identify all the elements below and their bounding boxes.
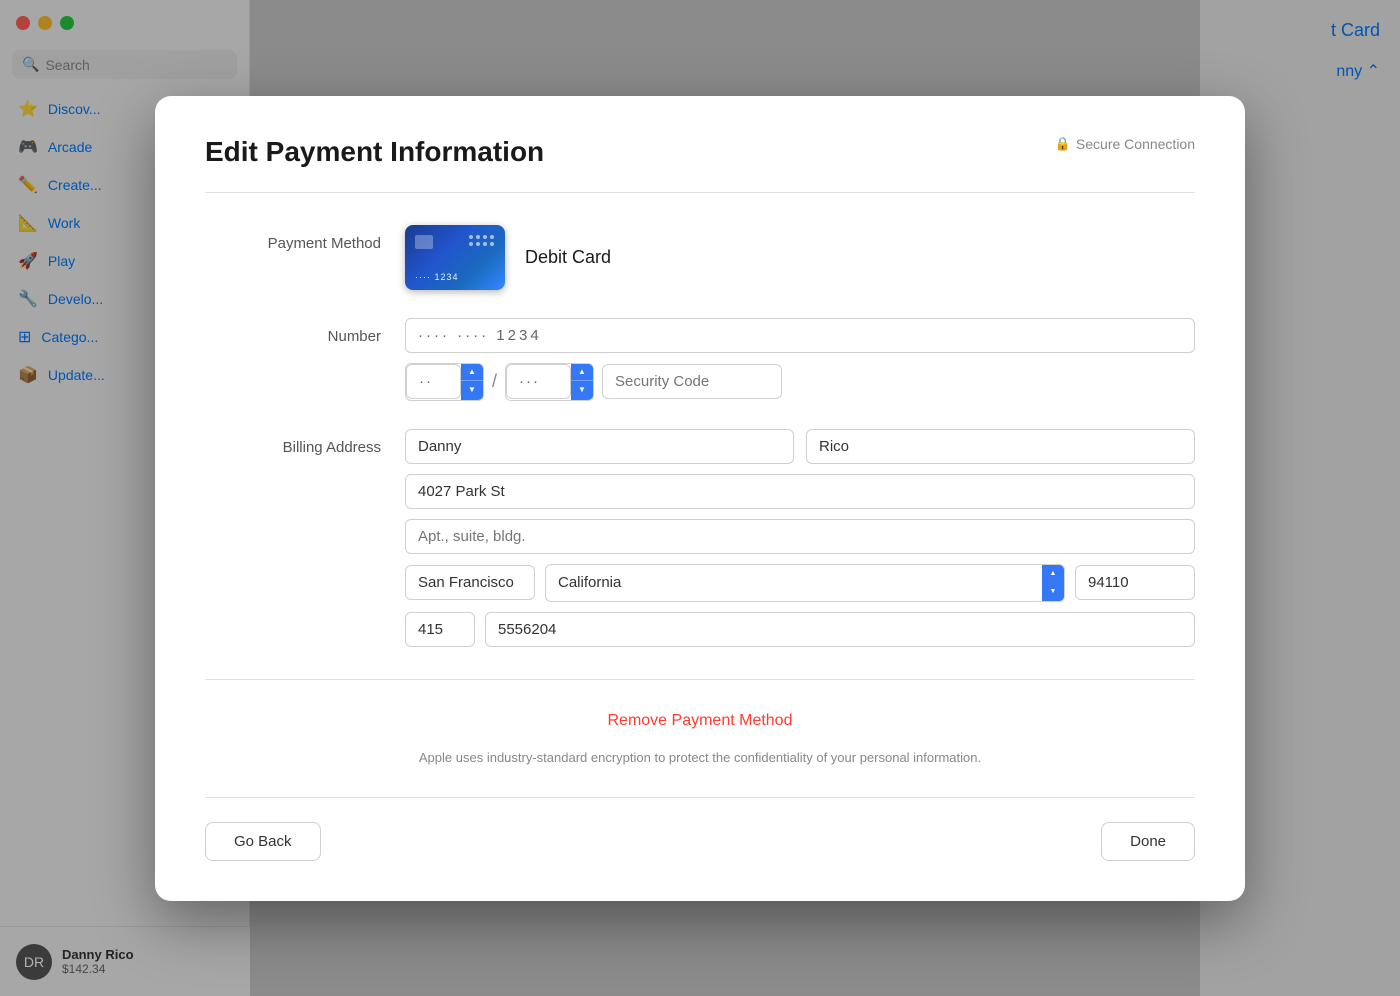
- month-stepper-buttons[interactable]: ▲ ▼: [461, 364, 483, 400]
- payment-method-row: ···· 1234 Debit Card: [405, 225, 1195, 290]
- slash-separator: /: [492, 371, 497, 392]
- expiry-year-stepper[interactable]: ▲ ▼: [505, 363, 594, 401]
- remove-payment-section: Remove Payment Method: [205, 712, 1195, 730]
- card-dot: [490, 235, 494, 239]
- lock-icon: 🔒: [1055, 136, 1071, 152]
- month-down-button[interactable]: ▼: [461, 381, 483, 398]
- billing-address-section: Billing Address California: [205, 429, 1195, 647]
- apt-input[interactable]: [405, 519, 1195, 554]
- expiry-month-stepper[interactable]: ▲ ▼: [405, 363, 484, 401]
- modal-header: Edit Payment Information 🔒 Secure Connec…: [205, 136, 1195, 168]
- card-dot: [483, 242, 487, 246]
- privacy-text: Apple uses industry-standard encryption …: [205, 750, 1195, 765]
- billing-address-content: California ▲ ▼: [405, 429, 1195, 647]
- year-down-button[interactable]: ▼: [571, 381, 593, 398]
- card-number-bottom: ···· 1234: [415, 272, 459, 282]
- remove-payment-button[interactable]: Remove Payment Method: [608, 712, 793, 730]
- year-stepper-buttons[interactable]: ▲ ▼: [571, 364, 593, 400]
- payment-method-content: ···· 1234 Debit Card: [405, 225, 1195, 290]
- card-dot: [469, 235, 473, 239]
- month-up-button[interactable]: ▲: [461, 364, 483, 381]
- modal-footer: Go Back Done: [205, 822, 1195, 861]
- card-type-label: Debit Card: [525, 247, 611, 268]
- phone-number-input[interactable]: [485, 612, 1195, 647]
- card-chip: [415, 235, 433, 249]
- number-label: Number: [205, 318, 405, 401]
- city-input[interactable]: [405, 565, 535, 600]
- last-name-input[interactable]: [806, 429, 1195, 464]
- footer-divider: [205, 797, 1195, 798]
- year-up-button[interactable]: ▲: [571, 364, 593, 381]
- secure-connection: 🔒 Secure Connection: [1055, 136, 1195, 152]
- state-stepper[interactable]: ▲ ▼: [1042, 565, 1064, 601]
- card-dot: [490, 242, 494, 246]
- state-down-button[interactable]: ▼: [1042, 583, 1064, 601]
- first-name-input[interactable]: [405, 429, 794, 464]
- modal-title: Edit Payment Information: [205, 136, 544, 168]
- expiry-year-input[interactable]: [506, 364, 571, 399]
- card-dot: [469, 242, 473, 246]
- name-row: [405, 429, 1195, 464]
- done-button[interactable]: Done: [1101, 822, 1195, 861]
- modal-overlay: Edit Payment Information 🔒 Secure Connec…: [0, 0, 1400, 996]
- card-dots: [469, 235, 495, 247]
- payment-method-label: Payment Method: [205, 225, 405, 290]
- state-select-container[interactable]: California ▲ ▼: [545, 564, 1065, 602]
- go-back-button[interactable]: Go Back: [205, 822, 321, 861]
- phone-row: [405, 612, 1195, 647]
- state-up-button[interactable]: ▲: [1042, 565, 1064, 583]
- city-state-zip-row: California ▲ ▼: [405, 564, 1195, 602]
- number-content: ▲ ▼ / ▲ ▼: [405, 318, 1195, 401]
- expiry-month-input[interactable]: [406, 364, 461, 399]
- expiry-row: ▲ ▼ / ▲ ▼: [405, 363, 1195, 401]
- area-code-input[interactable]: [405, 612, 475, 647]
- street-input[interactable]: [405, 474, 1195, 509]
- payment-method-section: Payment Method: [205, 225, 1195, 290]
- card-dot: [476, 242, 480, 246]
- secure-connection-label: Secure Connection: [1076, 136, 1195, 152]
- card-number-input[interactable]: [405, 318, 1195, 353]
- card-dot: [476, 235, 480, 239]
- state-value: California: [546, 566, 1042, 599]
- edit-payment-modal: Edit Payment Information 🔒 Secure Connec…: [155, 96, 1245, 901]
- number-section: Number ▲ ▼ /: [205, 318, 1195, 401]
- section-divider: [205, 679, 1195, 680]
- card-image: ···· 1234: [405, 225, 505, 290]
- header-divider: [205, 192, 1195, 193]
- zip-input[interactable]: [1075, 565, 1195, 600]
- card-dot: [483, 235, 487, 239]
- security-code-input[interactable]: [602, 364, 782, 399]
- billing-address-label: Billing Address: [205, 429, 405, 647]
